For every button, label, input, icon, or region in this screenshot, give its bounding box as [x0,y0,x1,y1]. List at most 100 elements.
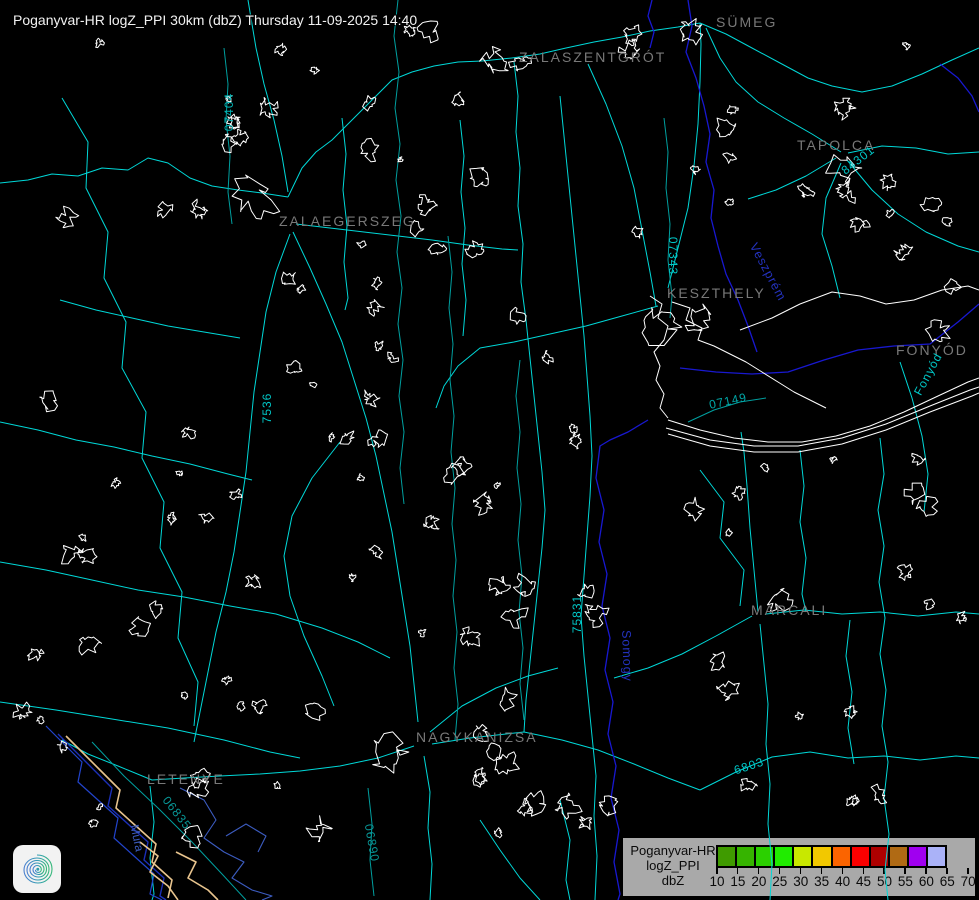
settlement-outline [62,546,84,564]
settlement-outline [56,206,79,227]
settlement-outline [96,38,105,47]
radar-legend: Poganyvar-HR logZ_PPI dbZ 10152025303540… [621,836,977,898]
settlement-outline [398,157,403,162]
legend-tick-label: 25 [772,874,787,889]
settlement-outline [585,605,609,628]
settlement-outline [826,155,862,187]
settlement-outline [850,218,870,233]
settlement-outline [232,175,280,219]
legend-color-cell [811,845,832,868]
road-number-label: 75831 [570,595,584,633]
settlement-outline [727,106,738,115]
settlement-outline [912,453,926,465]
city-label-nagykanizsa: NAGYKANIZSA [416,729,538,745]
settlement-outline [830,457,838,464]
settlement-outline [444,463,464,484]
settlement-outline [227,114,240,129]
county-name-label: Somogy [619,630,635,682]
settlement-outline [897,564,912,580]
settlement-outline [925,320,950,342]
settlement-outline [367,300,384,317]
settlement-outline [618,40,639,59]
settlement-outline [310,67,320,74]
settlement-outline [767,588,793,612]
settlement-outline [410,220,424,237]
radar-title: Poganyvar-HR logZ_PPI 30km (dbZ) Thursda… [13,12,417,28]
settlement-outline [129,617,151,637]
settlement-outline [297,285,306,294]
settlement-outline [260,98,278,118]
legend-color-cell [850,845,871,868]
settlement-outline [579,817,591,830]
settlement-outline [517,798,532,816]
settlement-outline [836,179,856,204]
settlement-outline [357,473,364,480]
settlement-outline [465,241,484,258]
map-labels: SÜMEGZALASZENTGRÓTTAPOLCAZALAEGERSZEGKES… [0,0,979,900]
settlement-outline [570,434,582,449]
settlement-outline [13,702,32,719]
settlement-outline [424,515,440,529]
road-number-label: 7536 [260,393,274,424]
settlement-outline [494,482,500,488]
settlement-outline [710,652,725,670]
legend-color-cell [773,845,794,868]
road-number-label: 06835 [160,794,195,833]
settlement-outline [349,574,356,582]
settlement-outline [578,584,595,598]
settlement-outline [428,243,447,254]
settlement-outline [309,382,317,387]
settlement-outline [741,779,758,791]
settlement-outline [329,433,335,442]
radar-map-canvas [0,0,979,900]
settlement-outline [187,778,209,798]
legend-tick-label: 55 [898,874,913,889]
county-name-label: Veszprém [747,241,789,304]
settlement-outline [199,513,214,523]
settlement-outline [460,627,480,646]
city-label-zalaszentgrt: ZALASZENTGRÓT [519,49,666,65]
settlement-outline [732,486,745,500]
legend-title-line2: logZ_PPI [629,858,717,873]
settlement-outline [274,781,280,788]
settlement-outline [723,153,737,163]
settlement-outline [957,611,967,624]
settlement-outline [920,198,942,212]
settlement-outline [237,702,245,712]
settlement-outline [275,43,287,55]
settlement-outline [685,304,711,331]
road-number-label: 84301 [839,143,878,178]
settlement-outline [230,117,239,128]
legend-color-cell [754,845,775,868]
settlement-outline [158,202,173,218]
settlement-outline [357,241,367,248]
legend-tick-label: 20 [751,874,766,889]
settlement-outline [474,492,493,515]
spiral-radar-icon [13,845,61,898]
city-label-keszthely: KESZTHELY [667,285,766,301]
settlement-outline [37,716,44,724]
settlement-outline [894,244,913,260]
county-borders [596,0,979,900]
city-label-tapolca: TAPOLCA [797,137,875,153]
city-label-zalaegerszeg: ZALAEGERSZEG [279,213,416,229]
legend-color-cell [907,845,928,868]
settlement-outline [78,549,97,564]
legend-color-cell [888,845,909,868]
settlement-outline [690,166,700,175]
settlement-outline [473,725,488,742]
settlement-outline [494,828,501,838]
settlement-outline [168,512,177,525]
settlement-outline [419,630,426,637]
road-number-label: 06890 [362,823,382,863]
settlement-outline [717,681,740,700]
settlement-outline [510,307,526,324]
settlement-outline [847,795,859,806]
settlement-outline [513,573,535,596]
settlement-outline [542,351,553,364]
settlement-outline [725,199,734,206]
settlement-outline [473,768,487,788]
stream-network [92,0,766,900]
settlement-outline [852,798,859,805]
legend-tick-label: 60 [919,874,934,889]
